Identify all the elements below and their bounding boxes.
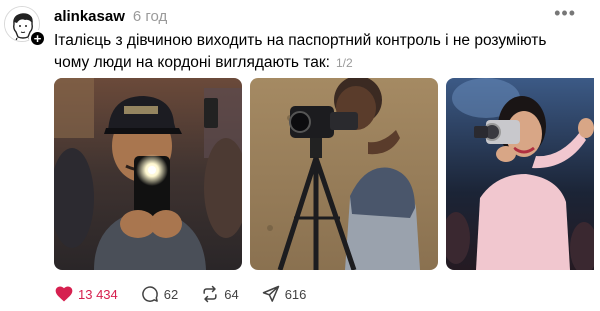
repost-count: 64 bbox=[224, 286, 239, 302]
like-count: 13 434 bbox=[78, 286, 118, 302]
post-text: Італієць з дівчиною виходить на паспортн… bbox=[54, 30, 584, 74]
follow-plus-icon[interactable]: + bbox=[29, 30, 46, 47]
username[interactable]: alinkasaw bbox=[54, 8, 125, 25]
heart-filled-icon bbox=[55, 286, 73, 302]
avatar-wrapper[interactable]: + bbox=[4, 6, 46, 47]
media-carousel[interactable] bbox=[54, 78, 594, 270]
post-caption: Італієць з дівчиною виходить на паспортн… bbox=[54, 32, 547, 71]
timestamp[interactable]: 6 год bbox=[133, 8, 167, 25]
repost-button[interactable]: 64 bbox=[200, 284, 239, 304]
share-count: 616 bbox=[284, 286, 307, 302]
comment-count: 62 bbox=[163, 286, 179, 302]
send-plane-icon bbox=[262, 285, 279, 302]
media-counter: 1/2 bbox=[335, 56, 353, 70]
repost-icon bbox=[203, 285, 217, 303]
comment-button[interactable]: 62 bbox=[140, 284, 178, 304]
more-options-icon[interactable]: ••• bbox=[554, 4, 576, 22]
action-bar: 13 434 62 64 616 bbox=[54, 284, 306, 304]
photo-camcorder-handheld[interactable] bbox=[446, 78, 594, 270]
photo-phone-recording[interactable] bbox=[54, 78, 242, 270]
share-button[interactable]: 616 bbox=[261, 284, 307, 304]
like-button[interactable]: 13 434 bbox=[54, 284, 118, 304]
post-header: alinkasaw 6 год bbox=[54, 8, 167, 25]
photo-camcorder-tripod[interactable] bbox=[250, 78, 438, 270]
comment-bubble-icon bbox=[141, 286, 158, 302]
